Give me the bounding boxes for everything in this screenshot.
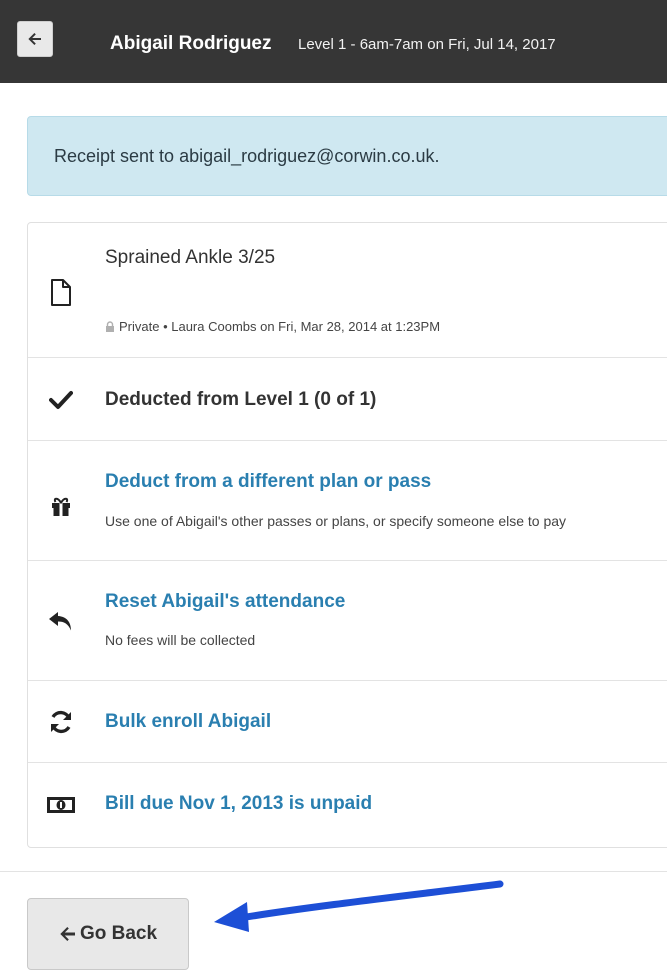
list-item-note: Sprained Ankle 3/25 Private • Laura Coom… [28, 223, 667, 358]
reset-attendance-link[interactable]: Reset Abigail's attendance [105, 591, 345, 613]
go-back-button[interactable]: Go Back [27, 898, 189, 970]
unpaid-bill-link[interactable]: Bill due Nov 1, 2013 is unpaid [105, 793, 372, 815]
top-bar: Abigail Rodriguez Level 1 - 6am-7am on F… [0, 0, 667, 83]
deduct-different-link[interactable]: Deduct from a different plan or pass [105, 471, 431, 493]
deduct-different-description: Use one of Abigail's other passes or pla… [105, 513, 567, 529]
document-icon [46, 278, 76, 308]
arrow-left-icon [60, 927, 75, 941]
bulk-enroll-link[interactable]: Bulk enroll Abigail [105, 711, 271, 733]
note-title: Sprained Ankle 3/25 [105, 247, 276, 268]
go-back-label: Go Back [79, 923, 158, 944]
note-meta: Private • Laura Coombs on Fri, Mar 28, 2… [105, 319, 440, 334]
header-back-button[interactable] [17, 21, 53, 57]
gift-icon [46, 491, 76, 521]
list-item-bulk-enroll[interactable]: Bulk enroll Abigail [28, 681, 667, 763]
class-session-info: Level 1 - 6am-7am on Fri, Jul 14, 2017 [298, 36, 556, 53]
refresh-icon [46, 707, 76, 737]
list-item-reset-attendance[interactable]: Reset Abigail's attendance No fees will … [28, 561, 667, 681]
receipt-alert: Receipt sent to abigail_rodriguez@corwin… [27, 116, 667, 196]
undo-arrow-icon [46, 607, 76, 637]
money-bill-icon [46, 790, 76, 820]
attendance-actions-list: Sprained Ankle 3/25 Private • Laura Coom… [27, 222, 667, 848]
checkmark-icon [46, 385, 76, 415]
arrow-left-icon [28, 33, 41, 45]
receipt-alert-text: Receipt sent to abigail_rodriguez@corwin… [54, 146, 440, 166]
list-item-deducted: Deducted from Level 1 (0 of 1) [28, 358, 667, 441]
footer-divider [0, 871, 667, 872]
reset-attendance-description: No fees will be collected [105, 632, 256, 648]
student-name: Abigail Rodriguez [110, 33, 272, 54]
deducted-status: Deducted from Level 1 (0 of 1) [105, 389, 377, 410]
list-item-unpaid-bill[interactable]: Bill due Nov 1, 2013 is unpaid [28, 763, 667, 847]
list-item-deduct-different[interactable]: Deduct from a different plan or pass Use… [28, 441, 667, 561]
lock-icon [106, 321, 114, 332]
note-meta-text: Private • Laura Coombs on Fri, Mar 28, 2… [119, 319, 441, 334]
